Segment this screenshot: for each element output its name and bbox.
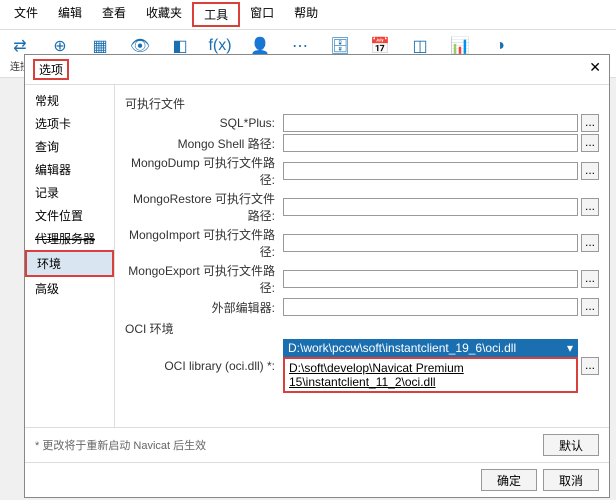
browse-exteditor[interactable]: ... <box>581 298 599 316</box>
label-sqlplus: SQL*Plus: <box>125 116 283 130</box>
browse-mongoexport[interactable]: ... <box>581 270 599 288</box>
close-icon[interactable]: ✕ <box>589 59 601 80</box>
label-mongoimport: MongoImport 可执行文件路径: <box>125 226 283 260</box>
input-mongoimport[interactable] <box>283 234 578 252</box>
label-mongoexport: MongoExport 可执行文件路径: <box>125 262 283 296</box>
oci-selected-value[interactable]: D:\work\pccw\soft\instantclient_19_6\oci… <box>283 339 578 357</box>
chevron-down-icon: ▾ <box>567 341 573 355</box>
input-mongoshell[interactable] <box>283 134 578 152</box>
browse-oci[interactable]: ... <box>581 357 599 375</box>
menu-fav[interactable]: 收藏夹 <box>136 2 192 27</box>
browse-mongoimport[interactable]: ... <box>581 234 599 252</box>
sidebar-item-record[interactable]: 记录 <box>25 181 114 204</box>
options-sidebar: 常规 选项卡 查询 编辑器 记录 文件位置 代理服务器 环境 高级 <box>25 85 115 427</box>
options-main: 可执行文件 SQL*Plus:... Mongo Shell 路径:... Mo… <box>115 85 609 427</box>
sidebar-item-general[interactable]: 常规 <box>25 89 114 112</box>
menu-help[interactable]: 帮助 <box>284 2 328 27</box>
sidebar-item-proxy[interactable]: 代理服务器 <box>25 227 114 250</box>
label-mongoshell: Mongo Shell 路径: <box>125 135 283 152</box>
menu-bar: 文件 编辑 查看 收藏夹 工具 窗口 帮助 <box>0 0 616 30</box>
input-mongodump[interactable] <box>283 162 578 180</box>
cancel-button[interactable]: 取消 <box>543 469 599 491</box>
menu-file[interactable]: 文件 <box>4 2 48 27</box>
dialog-footer-ok: 确定 取消 <box>25 462 609 497</box>
dialog-header: 选项 ✕ <box>25 55 609 85</box>
input-exteditor[interactable] <box>283 298 578 316</box>
oci-select[interactable]: D:\work\pccw\soft\instantclient_19_6\oci… <box>283 339 578 393</box>
section-executables: 可执行文件 <box>125 95 599 112</box>
input-mongoexport[interactable] <box>283 270 578 288</box>
browse-mongoshell[interactable]: ... <box>581 134 599 152</box>
dialog-title: 选项 <box>33 59 69 80</box>
sidebar-item-tabs[interactable]: 选项卡 <box>25 112 114 135</box>
label-mongorestore: MongoRestore 可执行文件路径: <box>125 190 283 224</box>
options-dialog: 选项 ✕ 常规 选项卡 查询 编辑器 记录 文件位置 代理服务器 环境 高级 可… <box>24 54 610 498</box>
restart-note: * 更改将于重新启动 Navicat 后生效 <box>35 437 206 453</box>
browse-mongorestore[interactable]: ... <box>581 198 599 216</box>
sidebar-item-query[interactable]: 查询 <box>25 135 114 158</box>
sidebar-item-adv[interactable]: 高级 <box>25 277 114 300</box>
label-mongodump: MongoDump 可执行文件路径: <box>125 154 283 188</box>
browse-sqlplus[interactable]: ... <box>581 114 599 132</box>
sidebar-item-env[interactable]: 环境 <box>25 250 114 277</box>
sidebar-item-editor[interactable]: 编辑器 <box>25 158 114 181</box>
dialog-footer: * 更改将于重新启动 Navicat 后生效 默认 <box>25 427 609 462</box>
label-exteditor: 外部编辑器: <box>125 299 283 316</box>
ok-button[interactable]: 确定 <box>481 469 537 491</box>
browse-mongodump[interactable]: ... <box>581 162 599 180</box>
default-button[interactable]: 默认 <box>543 434 599 456</box>
oci-selected-text: D:\work\pccw\soft\instantclient_19_6\oci… <box>288 341 516 355</box>
menu-view[interactable]: 查看 <box>92 2 136 27</box>
oci-option[interactable]: D:\soft\develop\Navicat Premium 15\insta… <box>283 357 578 393</box>
menu-edit[interactable]: 编辑 <box>48 2 92 27</box>
input-mongorestore[interactable] <box>283 198 578 216</box>
label-oci: OCI library (oci.dll) *: <box>125 359 283 373</box>
input-sqlplus[interactable] <box>283 114 578 132</box>
menu-tools[interactable]: 工具 <box>192 2 240 27</box>
menu-window[interactable]: 窗口 <box>240 2 284 27</box>
sidebar-item-fileloc[interactable]: 文件位置 <box>25 204 114 227</box>
section-oci: OCI 环境 <box>125 320 599 337</box>
